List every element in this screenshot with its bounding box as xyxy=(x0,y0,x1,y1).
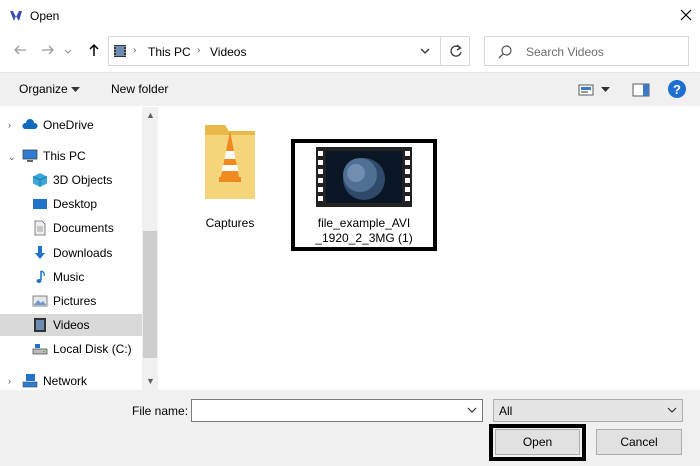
document-icon xyxy=(34,220,46,236)
address-dropdown-icon[interactable] xyxy=(417,43,433,59)
file-name-line-1: file_example_AVI xyxy=(317,216,411,230)
sidebar-item-onedrive[interactable]: OneDrive xyxy=(22,114,140,136)
breadcrumb-separator-icon[interactable]: › xyxy=(197,45,200,56)
view-options-icon[interactable] xyxy=(578,83,594,97)
recent-dropdown-icon[interactable] xyxy=(63,44,73,60)
computer-icon xyxy=(22,149,38,162)
sidebar-item-label: Network xyxy=(43,374,88,388)
sidebar-item-label: Music xyxy=(53,270,85,284)
dialog-footer: File name: All Open Cancel xyxy=(0,390,700,466)
sidebar-item-desktop[interactable]: Desktop xyxy=(32,193,140,215)
desktop-icon xyxy=(33,199,47,209)
drive-icon xyxy=(32,344,48,355)
up-arrow-icon[interactable] xyxy=(86,42,102,58)
vlc-folder-icon xyxy=(205,125,255,199)
cancel-button[interactable]: Cancel xyxy=(596,429,682,455)
sidebar-item-label: 3D Objects xyxy=(53,173,113,187)
open-button[interactable]: Open xyxy=(495,429,580,455)
download-arrow-icon xyxy=(35,246,45,259)
search-box[interactable]: Search Videos xyxy=(484,36,689,66)
onedrive-cloud-icon xyxy=(22,119,38,129)
breadcrumb-this-pc[interactable]: This PC xyxy=(148,45,191,59)
sidebar-item-label: Desktop xyxy=(53,197,98,211)
breadcrumb-separator-icon[interactable]: › xyxy=(133,45,136,56)
sidebar-item-3d-objects[interactable]: 3D Objects xyxy=(32,169,140,191)
refresh-button[interactable] xyxy=(440,36,470,66)
title-bar: Open xyxy=(0,0,700,32)
navigation-pane: › OneDrive ⌄ This PC 3D Objects Desktop … xyxy=(0,107,158,390)
pictures-icon xyxy=(32,295,48,307)
filetype-select[interactable]: All xyxy=(493,399,683,422)
sidebar-item-music[interactable]: Music xyxy=(32,266,140,288)
sidebar-item-label: Downloads xyxy=(53,246,113,260)
filetype-value: All xyxy=(499,404,513,418)
organize-dropdown-icon[interactable] xyxy=(71,87,80,93)
chevron-right-icon[interactable]: › xyxy=(8,120,11,130)
sidebar-item-videos[interactable]: Videos xyxy=(0,314,142,336)
video-thumbnail-icon xyxy=(316,147,412,207)
sidebar-item-this-pc[interactable]: This PC xyxy=(22,145,140,167)
sidebar-item-pictures[interactable]: Pictures xyxy=(32,290,140,312)
command-toolbar: Organize New folder ? xyxy=(0,72,700,106)
window-title: Open xyxy=(30,9,60,23)
chevron-right-icon[interactable]: › xyxy=(8,376,11,386)
help-icon[interactable]: ? xyxy=(668,80,686,98)
network-icon xyxy=(22,374,38,388)
file-item-video[interactable]: file_example_AVI _1920_2_3MG (1) xyxy=(299,147,429,246)
music-note-icon xyxy=(36,270,45,283)
sidebar-item-documents[interactable]: Documents xyxy=(32,217,140,239)
sidebar-item-network[interactable]: Network xyxy=(22,370,140,392)
video-film-icon xyxy=(34,318,46,332)
file-name-line-2: _1920_2_3MG (1) xyxy=(315,231,413,245)
refresh-icon xyxy=(449,44,462,57)
filename-label: File name: xyxy=(132,404,189,418)
chevron-down-icon xyxy=(667,407,677,413)
sidebar-item-label: OneDrive xyxy=(43,118,94,132)
scroll-up-icon[interactable]: ▲ xyxy=(146,110,155,120)
file-item-captures[interactable]: Captures xyxy=(185,117,275,230)
vlc-app-icon xyxy=(10,11,22,21)
cube-icon xyxy=(32,173,48,187)
sidebar-item-label: This PC xyxy=(43,149,86,163)
view-dropdown-icon[interactable] xyxy=(601,87,610,93)
file-list-area: Captures file_example_AVI _1920_2_3MG (1… xyxy=(158,107,700,390)
address-bar[interactable]: › This PC › Videos xyxy=(108,36,470,66)
preview-pane-icon[interactable] xyxy=(632,83,650,97)
close-icon[interactable] xyxy=(673,2,699,28)
back-arrow-icon[interactable] xyxy=(12,42,28,58)
scrollbar-thumb[interactable] xyxy=(143,231,157,358)
sidebar-item-label: Pictures xyxy=(53,294,97,308)
sidebar-item-downloads[interactable]: Downloads xyxy=(32,242,140,264)
filename-input[interactable] xyxy=(191,399,483,422)
organize-button[interactable]: Organize xyxy=(19,82,68,96)
sidebar-item-local-disk[interactable]: Local Disk (C:) xyxy=(32,338,140,360)
video-folder-icon xyxy=(114,45,126,57)
sidebar-item-label: Documents xyxy=(53,221,114,235)
search-icon xyxy=(498,45,512,59)
search-placeholder: Search Videos xyxy=(526,45,604,59)
breadcrumb-videos[interactable]: Videos xyxy=(210,45,246,59)
scroll-down-icon[interactable]: ▼ xyxy=(146,376,155,386)
sidebar-scrollbar[interactable]: ▲ ▼ xyxy=(142,107,158,390)
sidebar-item-label: Videos xyxy=(53,318,90,332)
chevron-down-icon[interactable]: ⌄ xyxy=(8,152,16,163)
new-folder-button[interactable]: New folder xyxy=(111,82,168,96)
chevron-down-icon[interactable] xyxy=(466,404,478,416)
forward-arrow-icon[interactable] xyxy=(40,42,56,58)
sidebar-item-label: Local Disk (C:) xyxy=(53,342,132,356)
file-name: Captures xyxy=(205,216,255,230)
